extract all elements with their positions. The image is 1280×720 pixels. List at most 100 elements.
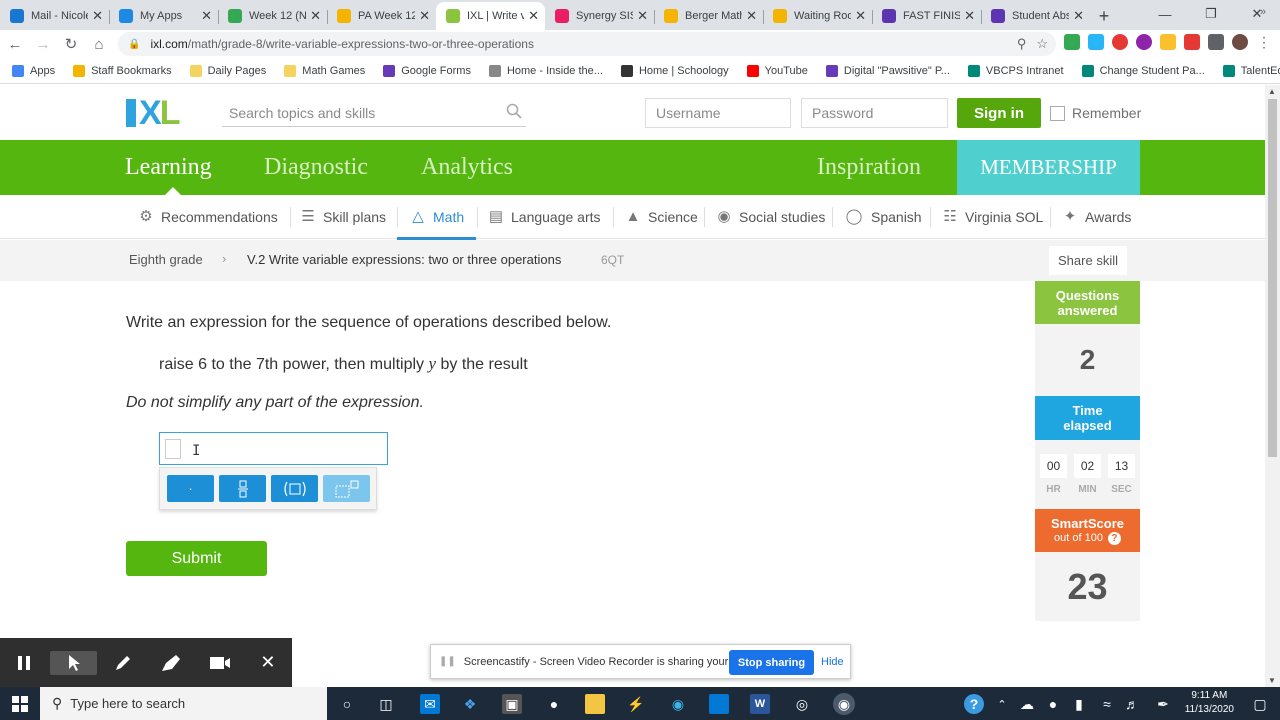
answer-input[interactable]: I bbox=[159, 432, 388, 465]
maximize-icon[interactable]: ❐ bbox=[1188, 0, 1234, 28]
browser-tab[interactable]: FAST FINISH✕ bbox=[872, 2, 981, 30]
scrollbar-thumb[interactable] bbox=[1268, 99, 1277, 457]
tab-close-icon[interactable]: ✕ bbox=[637, 8, 648, 24]
tab-close-icon[interactable]: ✕ bbox=[855, 8, 866, 24]
screencastify-app-icon[interactable]: ⚡ bbox=[626, 694, 646, 714]
search-icon[interactable] bbox=[506, 103, 522, 119]
battery-icon[interactable]: ▮ bbox=[1069, 694, 1089, 714]
bookmark-item[interactable]: Math Games bbox=[284, 64, 365, 77]
nav-analytics[interactable]: Analytics bbox=[421, 154, 513, 181]
browser-tab[interactable]: Waiting Roo ✕ bbox=[763, 2, 872, 30]
extension-icon[interactable] bbox=[1064, 34, 1080, 50]
extension-icon[interactable] bbox=[1112, 34, 1128, 50]
pause-icon[interactable] bbox=[0, 638, 48, 687]
puzzle-icon[interactable] bbox=[1208, 34, 1224, 50]
word-icon[interactable]: W bbox=[750, 694, 770, 714]
camera-icon[interactable] bbox=[195, 638, 243, 687]
mail-icon[interactable]: ✉ bbox=[420, 694, 440, 714]
username-field[interactable]: Username bbox=[645, 98, 791, 128]
stop-sharing-button[interactable]: Stop sharing bbox=[729, 650, 814, 675]
file-explorer-icon[interactable] bbox=[585, 694, 605, 714]
bookmark-item[interactable]: Apps bbox=[12, 64, 55, 77]
bookmark-item[interactable]: Change Student Pa... bbox=[1081, 64, 1205, 77]
submit-button[interactable]: Submit bbox=[126, 541, 267, 576]
nav-membership[interactable]: MEMBERSHIP bbox=[957, 140, 1140, 195]
browser-tab[interactable]: My Apps ✕ bbox=[109, 2, 218, 30]
menu-icon[interactable]: ⋮ bbox=[1256, 34, 1272, 50]
address-bar[interactable]: 🔒 ixl.com/math/grade-8/write-variable-ex… bbox=[118, 32, 1056, 56]
home-icon[interactable]: ⌂ bbox=[86, 31, 112, 57]
bookmark-item[interactable]: TalentEd bbox=[1222, 64, 1280, 77]
scroll-up-icon[interactable]: ▲ bbox=[1268, 87, 1276, 96]
tab-close-icon[interactable]: ✕ bbox=[310, 8, 321, 24]
cursor-icon[interactable] bbox=[50, 650, 97, 675]
wifi-icon[interactable]: ≈ bbox=[1097, 694, 1117, 714]
browser-tab[interactable]: IXL | Write v ✕ bbox=[436, 2, 545, 30]
nav-inspiration[interactable]: Inspiration bbox=[817, 154, 921, 181]
bookmark-item[interactable]: Digital "Pawsitive" P... bbox=[825, 64, 950, 77]
pen-workspace-icon[interactable]: ✒ bbox=[1153, 694, 1173, 714]
zoom-icon[interactable]: ⚲ bbox=[1017, 36, 1027, 52]
tab-close-icon[interactable]: ✕ bbox=[746, 8, 757, 24]
sign-in-button[interactable]: Sign in bbox=[957, 98, 1041, 128]
extension-icon[interactable] bbox=[1136, 34, 1152, 50]
nav-diagnostic[interactable]: Diagnostic bbox=[264, 154, 368, 181]
nav-learning[interactable]: Learning bbox=[125, 154, 212, 181]
pen-icon[interactable] bbox=[99, 638, 147, 687]
taskbar-search-input[interactable]: ⚲ Type here to search bbox=[40, 687, 327, 720]
extension-icon[interactable] bbox=[1088, 34, 1104, 50]
exponent-button[interactable] bbox=[323, 475, 370, 502]
photos-icon[interactable] bbox=[709, 694, 729, 714]
close-window-icon[interactable]: ✕ bbox=[1234, 0, 1280, 28]
search-input[interactable]: Search topics and skills bbox=[222, 99, 526, 127]
scroll-down-icon[interactable]: ▼ bbox=[1268, 676, 1276, 685]
back-icon[interactable]: ← bbox=[2, 31, 28, 57]
bookmark-item[interactable]: Google Forms bbox=[383, 64, 471, 77]
subnav-recommendations[interactable]: ⚙ Recommendations bbox=[137, 195, 277, 239]
extension-icon[interactable] bbox=[1160, 34, 1176, 50]
paint-icon[interactable]: ● bbox=[544, 694, 564, 714]
input-slot[interactable] bbox=[165, 439, 181, 459]
cortana-icon[interactable]: ○ bbox=[337, 694, 357, 714]
show-hidden-icons-icon[interactable]: ⌃ bbox=[992, 694, 1012, 714]
bookmark-star-icon[interactable]: ☆ bbox=[1036, 36, 1048, 52]
help-icon[interactable]: ? bbox=[1107, 531, 1121, 545]
minimize-icon[interactable]: — bbox=[1142, 0, 1188, 28]
multiply-dot-button[interactable]: · bbox=[167, 475, 214, 502]
close-icon[interactable]: ✕ bbox=[244, 638, 292, 687]
breadcrumb-grade[interactable]: Eighth grade bbox=[129, 252, 203, 267]
volume-icon[interactable]: ♬ bbox=[1122, 694, 1142, 714]
browser-tab[interactable]: PA Week 12 ✕ bbox=[327, 2, 436, 30]
tab-close-icon[interactable]: ✕ bbox=[964, 8, 975, 24]
subnav-spanish[interactable]: ◯ Spanish bbox=[843, 195, 922, 239]
highlighter-icon[interactable] bbox=[147, 638, 195, 687]
bookmark-item[interactable]: Home - Inside the... bbox=[488, 64, 603, 77]
parentheses-button[interactable] bbox=[271, 475, 318, 502]
microphone-icon[interactable]: ● bbox=[1043, 694, 1063, 714]
notifications-icon[interactable]: ▢ bbox=[1250, 694, 1270, 714]
bookmark-item[interactable]: VBCPS Intranet bbox=[967, 64, 1064, 77]
forward-icon[interactable]: → bbox=[30, 31, 56, 57]
browser-tab[interactable]: Week 12 (No✕ bbox=[218, 2, 327, 30]
tab-close-icon[interactable]: ✕ bbox=[1073, 8, 1084, 24]
browser-tab[interactable]: Synergy SIS ✕ bbox=[545, 2, 654, 30]
browser-tab[interactable]: Berger Math ✕ bbox=[654, 2, 763, 30]
tab-close-icon[interactable]: ✕ bbox=[419, 8, 430, 24]
profile-avatar[interactable] bbox=[1232, 34, 1248, 50]
browser-tab[interactable]: Mail - Nicole ✕ bbox=[0, 2, 109, 30]
extension-icon[interactable] bbox=[1184, 34, 1200, 50]
edge-icon[interactable]: ◉ bbox=[668, 694, 688, 714]
subnav-awards[interactable]: ✦ Awards bbox=[1061, 195, 1132, 239]
checkbox-icon[interactable] bbox=[1050, 105, 1065, 121]
password-field[interactable]: Password bbox=[801, 98, 948, 128]
new-tab-button[interactable]: + bbox=[1090, 2, 1118, 30]
more-bookmarks-icon[interactable]: » bbox=[1260, 6, 1266, 18]
ixl-logo[interactable]: XL bbox=[126, 96, 180, 130]
help-icon[interactable]: ? bbox=[964, 694, 984, 714]
browser-tab[interactable]: Student Abs ✕ bbox=[981, 2, 1090, 30]
bookmark-item[interactable]: Daily Pages bbox=[189, 64, 266, 77]
task-view-icon[interactable]: ◫ bbox=[376, 694, 396, 714]
drag-handle-icon[interactable]: ❚❚ bbox=[439, 656, 456, 667]
bookmark-item[interactable]: Home | Schoology bbox=[620, 64, 729, 77]
hide-button[interactable]: Hide bbox=[821, 656, 844, 668]
